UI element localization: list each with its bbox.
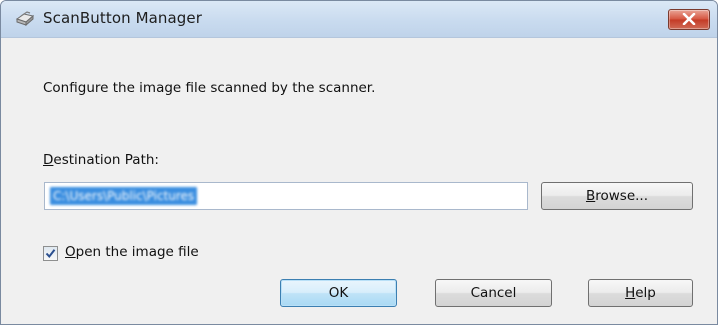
open-image-label[interactable]: Open the image file: [65, 244, 199, 260]
ok-button[interactable]: OK: [280, 279, 397, 307]
destination-path-input[interactable]: C:\Users\Public\Pictures: [44, 182, 528, 210]
cancel-button[interactable]: Cancel: [435, 279, 552, 307]
destination-path-label: Destination Path:: [43, 152, 159, 168]
title-bar[interactable]: ScanButton Manager: [1, 1, 717, 38]
scanner-icon: [15, 10, 35, 28]
dialog-content: Configure the image file scanned by the …: [1, 38, 717, 324]
help-button[interactable]: Help: [588, 279, 693, 307]
destination-path-value: C:\Users\Public\Pictures: [50, 187, 198, 205]
checkmark-icon: [45, 249, 56, 259]
open-image-checkbox[interactable]: [43, 246, 58, 261]
description-text: Configure the image file scanned by the …: [43, 80, 376, 96]
close-button[interactable]: [668, 9, 710, 30]
window-title: ScanButton Manager: [43, 9, 203, 27]
browse-button[interactable]: Browse...: [541, 182, 693, 210]
dialog-window: ScanButton Manager Configure the image f…: [0, 0, 718, 325]
close-icon: [682, 13, 696, 25]
